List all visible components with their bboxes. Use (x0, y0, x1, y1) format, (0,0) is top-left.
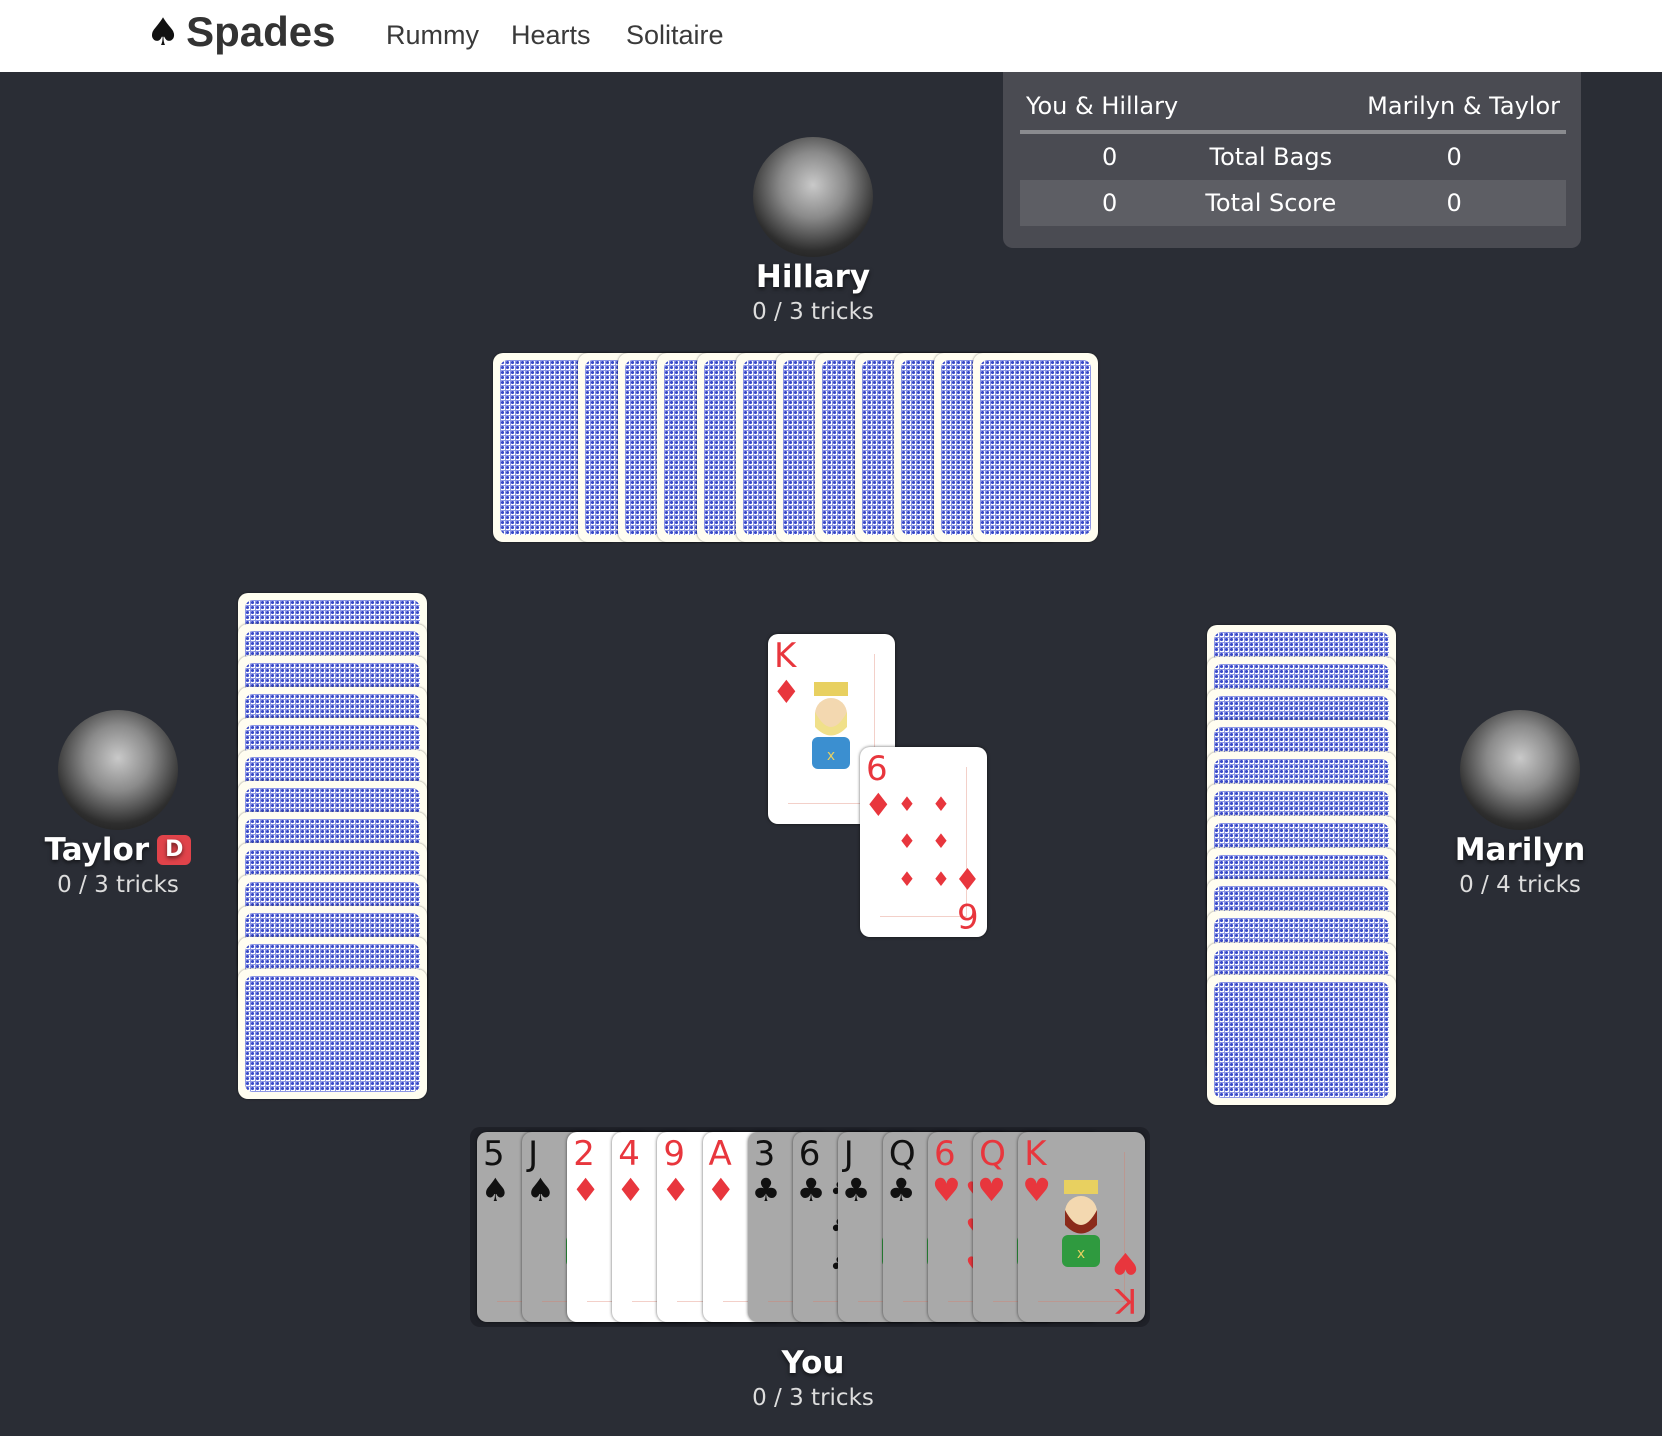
card-suit-icon: ♣ (796, 1171, 826, 1209)
hand-card: K ♥ K ♥ x (1018, 1132, 1146, 1322)
trick-card-east: 6 ♦ 6 ♦ ♦ ♦ ♦ ♦ ♦ ♦ (860, 747, 987, 937)
team2-header: Marilyn & Taylor (1342, 86, 1566, 134)
score-row-total: 0 Total Score 0 (1020, 180, 1566, 226)
player-south: You 0 / 3 tricks (713, 1343, 913, 1411)
card-suit-icon: ♦ (661, 1171, 691, 1209)
scoreboard: You & Hillary Marilyn & Taylor 0 Total B… (1003, 72, 1581, 248)
card-suit-icon: ♥ (977, 1171, 1006, 1209)
card-suit-icon: ♥ (1022, 1171, 1051, 1209)
bags-label: Total Bags (1209, 143, 1333, 171)
card-back (1207, 974, 1396, 1105)
player-tricks: 0 / 3 tricks (57, 872, 179, 898)
card-suit-icon: ♣ (841, 1171, 871, 1209)
card-rank: K (774, 636, 797, 676)
card-suit-icon: ♦ (864, 786, 893, 824)
card-rank: 5 (483, 1134, 505, 1174)
card-suit-icon: ♦ (571, 1171, 600, 1209)
nav-link-hearts[interactable]: Hearts (511, 20, 591, 51)
card-rank-bottom: K (1114, 1280, 1138, 1320)
brand-title: Spades (186, 8, 336, 55)
brand[interactable]: ♠ Spades (146, 8, 335, 56)
player-east: Marilyn 0 / 4 tricks (1420, 710, 1620, 898)
player-west: Taylor D 0 / 3 tricks (18, 710, 218, 898)
card-rank: Q (888, 1134, 916, 1174)
player-north: Hillary 0 / 3 tricks (713, 137, 913, 325)
card-rank: 3 (753, 1134, 776, 1174)
card-back (973, 353, 1098, 542)
card-suit-icon: ♦ (772, 673, 801, 711)
taylor-avatar (58, 710, 178, 830)
player-tricks: 0 / 3 tricks (752, 299, 874, 325)
card-suit-icon: ♦ (616, 1171, 645, 1209)
card-rank: J (843, 1134, 854, 1174)
card-rank: 4 (618, 1134, 640, 1174)
spade-logo-icon: ♠ (146, 10, 181, 54)
marilyn-avatar (1460, 710, 1580, 830)
nav-link-rummy[interactable]: Rummy (386, 20, 479, 51)
card-pip-icon: ♦ (898, 792, 916, 816)
card-rank: J (528, 1134, 539, 1174)
card-suit-bottom-icon: ♥ (1112, 1245, 1140, 1280)
player-tricks: 0 / 3 tricks (752, 1385, 874, 1411)
card-rank: 6 (798, 1134, 821, 1174)
card-suit-icon: ♠ (526, 1171, 555, 1209)
card-suit-icon: ♠ (481, 1171, 510, 1209)
card-rank: A (708, 1134, 732, 1174)
card-suit-icon: ♥ (932, 1171, 961, 1209)
hillary-avatar (753, 137, 873, 257)
team1-header: You & Hillary (1020, 86, 1200, 134)
player-name: Hillary (755, 259, 871, 295)
card-pip-icon: ♦ (932, 829, 950, 853)
card-suit-bottom-icon: ♦ (954, 860, 981, 895)
dealer-badge: D (157, 835, 192, 865)
team1-bags: 0 (1102, 143, 1118, 171)
team2-bags: 0 (1446, 143, 1462, 171)
card-pip-icon: ♦ (898, 829, 916, 853)
svg-text:x: x (827, 748, 835, 764)
card-back (238, 968, 427, 1099)
card-rank-bottom: 6 (957, 895, 979, 935)
court-figure-icon: x (1056, 1180, 1106, 1270)
card-pip-icon: ♦ (932, 792, 950, 816)
player-name: Taylor D (18, 832, 218, 868)
team2-score: 0 (1342, 180, 1566, 226)
card-pip-icon: ♦ (932, 867, 950, 891)
card-rank: K (1024, 1134, 1047, 1174)
player-name: Marilyn (1454, 832, 1586, 868)
player-tricks: 0 / 4 tricks (1459, 872, 1581, 898)
nav-link-solitaire[interactable]: Solitaire (626, 20, 724, 51)
card-suit-icon: ♦ (706, 1171, 736, 1209)
svg-text:x: x (1077, 1246, 1085, 1262)
score-row-bags: 0 Total Bags 0 (1020, 132, 1566, 180)
card-rank: Q (979, 1134, 1006, 1174)
card-rank: 6 (866, 749, 888, 789)
score-table: You & Hillary Marilyn & Taylor 0 Total B… (1020, 86, 1566, 226)
card-rank: 9 (663, 1134, 686, 1174)
card-rank: 6 (934, 1134, 956, 1174)
card-suit-icon: ♣ (751, 1171, 781, 1209)
score-label: Total Score (1199, 180, 1343, 226)
court-figure-icon: x (806, 682, 856, 772)
card-pip-icon: ♦ (898, 867, 916, 891)
player-name: You (781, 1345, 845, 1381)
card-suit-icon: ♣ (886, 1171, 916, 1209)
card-rank: 2 (573, 1134, 595, 1174)
top-navbar: ♠ Spades Rummy Hearts Solitaire (0, 0, 1662, 72)
team1-score: 0 (1020, 180, 1200, 226)
